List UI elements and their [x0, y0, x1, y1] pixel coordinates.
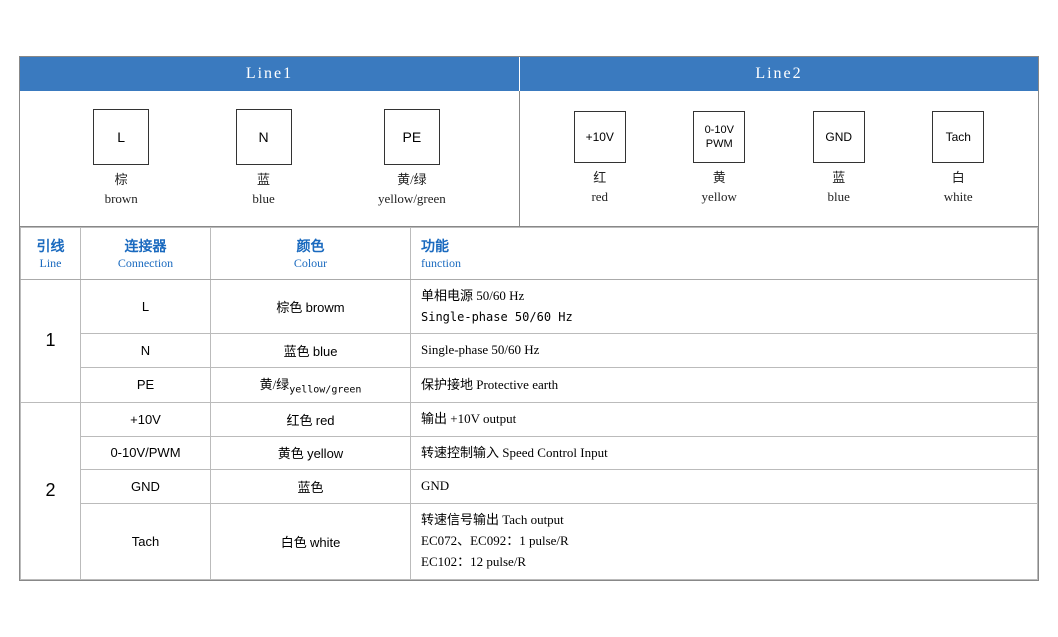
table-body: 1L棕色 browm单相电源 50/60 HzSingle-phase 50/6…: [21, 279, 1038, 579]
connector-box-PE: PE: [384, 109, 440, 165]
function-cell: 输出 +10V output: [411, 402, 1038, 436]
connector-label-L: 棕brown: [105, 171, 138, 207]
table-row: 2+10V红色 red输出 +10V output: [21, 402, 1038, 436]
colour-cell: 红色 red: [211, 402, 411, 436]
table-row: Tach白色 white转速信号输出 Tach outputEC072、EC09…: [21, 504, 1038, 579]
header-line1-label: Line1: [246, 65, 293, 82]
header-colour-zh: 颜色: [221, 236, 400, 256]
header-func-zh: 功能: [421, 236, 1027, 256]
table-row: N蓝色 blueSingle-phase 50/60 Hz: [21, 334, 1038, 368]
connector-label-10V: 红red: [591, 169, 608, 205]
connection-cell: 0-10V/PWM: [81, 436, 211, 470]
wiring-table: 引线 Line 连接器 Connection 颜色 Colour 功能 func…: [20, 227, 1038, 580]
connector-10V: +10V 红red: [574, 111, 626, 205]
connector-label-GND: 蓝blue: [828, 169, 850, 205]
table-row: 1L棕色 browm单相电源 50/60 HzSingle-phase 50/6…: [21, 279, 1038, 334]
header-colour-cell: 颜色 Colour: [211, 227, 411, 279]
function-cell: Single-phase 50/60 Hz: [411, 334, 1038, 368]
table-row: PE黄/绿yellow/green保护接地 Protective earth: [21, 368, 1038, 403]
connector-box-10V: +10V: [574, 111, 626, 163]
connector-box-PWM: 0-10VPWM: [693, 111, 745, 163]
colour-cell: 黄色 yellow: [211, 436, 411, 470]
colour-cell: 棕色 browm: [211, 279, 411, 334]
function-cell: GND: [411, 470, 1038, 504]
header-conn-zh: 连接器: [91, 236, 200, 256]
header-row: Line1 Line2: [20, 57, 1038, 91]
connector-Tach: Tach 白white: [932, 111, 984, 205]
colour-cell: 蓝色: [211, 470, 411, 504]
header-line1: Line1: [20, 57, 520, 91]
function-cell: 转速信号输出 Tach outputEC072、EC092：1 pulse/RE…: [411, 504, 1038, 579]
connection-cell: L: [81, 279, 211, 334]
line2-connectors: +10V 红red 0-10VPWM 黄yellow GND 蓝blue Tac…: [520, 91, 1038, 225]
function-cell: 保护接地 Protective earth: [411, 368, 1038, 403]
connector-box-Tach: Tach: [932, 111, 984, 163]
function-cell: 转速控制输入 Speed Control Input: [411, 436, 1038, 470]
connector-box-L: L: [93, 109, 149, 165]
connector-GND: GND 蓝blue: [813, 111, 865, 205]
header-conn-en: Connection: [91, 256, 200, 271]
table-row: 0-10V/PWM黄色 yellow转速控制输入 Speed Control I…: [21, 436, 1038, 470]
header-colour-en: Colour: [221, 256, 400, 271]
line-cell: 1: [21, 279, 81, 402]
connector-box-N: N: [236, 109, 292, 165]
line-cell: 2: [21, 402, 81, 579]
connector-box-GND: GND: [813, 111, 865, 163]
header-func-cell: 功能 function: [411, 227, 1038, 279]
line1-connectors: L 棕brown N 蓝blue PE 黄/绿yellow/green: [20, 91, 520, 225]
header-line-cell: 引线 Line: [21, 227, 81, 279]
connector-PE: PE 黄/绿yellow/green: [378, 109, 446, 207]
connector-L: L 棕brown: [93, 109, 149, 207]
connector-label-PWM: 黄yellow: [702, 169, 737, 205]
header-func-en: function: [421, 256, 1027, 271]
function-cell: 单相电源 50/60 HzSingle-phase 50/60 Hz: [411, 279, 1038, 334]
connector-N: N 蓝blue: [236, 109, 292, 207]
table-header-row: 引线 Line 连接器 Connection 颜色 Colour 功能 func…: [21, 227, 1038, 279]
colour-cell: 蓝色 blue: [211, 334, 411, 368]
table-section: 引线 Line 连接器 Connection 颜色 Colour 功能 func…: [20, 227, 1038, 580]
colour-cell: 黄/绿yellow/green: [211, 368, 411, 403]
connection-cell: +10V: [81, 402, 211, 436]
connection-cell: N: [81, 334, 211, 368]
diagram-row: L 棕brown N 蓝blue PE 黄/绿yellow/green +10V…: [20, 91, 1038, 226]
connection-cell: PE: [81, 368, 211, 403]
colour-cell: 白色 white: [211, 504, 411, 579]
header-conn-cell: 连接器 Connection: [81, 227, 211, 279]
connection-cell: GND: [81, 470, 211, 504]
connection-cell: Tach: [81, 504, 211, 579]
main-container: Line1 Line2 L 棕brown N 蓝blue PE 黄/绿yello…: [19, 56, 1039, 580]
connector-label-Tach: 白white: [944, 169, 973, 205]
header-line-en: Line: [31, 256, 70, 271]
header-line2: Line2: [520, 57, 1038, 91]
connector-PWM: 0-10VPWM 黄yellow: [693, 111, 745, 205]
table-row: GND蓝色GND: [21, 470, 1038, 504]
header-line-zh: 引线: [31, 236, 70, 256]
connector-label-N: 蓝blue: [252, 171, 274, 207]
header-line2-label: Line2: [755, 65, 802, 82]
connector-label-PE: 黄/绿yellow/green: [378, 171, 446, 207]
